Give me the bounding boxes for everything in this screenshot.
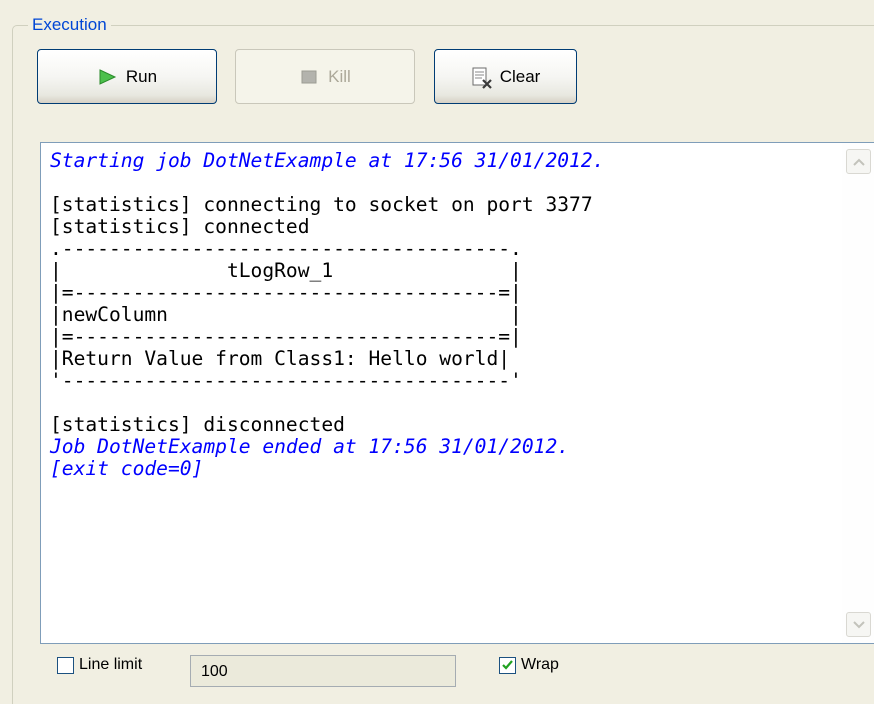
- clear-button[interactable]: Clear: [434, 49, 577, 104]
- console-output[interactable]: Starting job DotNetExample at 17:56 31/0…: [40, 142, 874, 644]
- chevron-down-icon: [852, 620, 865, 628]
- group-title: Execution: [28, 14, 111, 36]
- vertical-scrollbar[interactable]: [842, 143, 874, 643]
- clear-label: Clear: [499, 66, 541, 86]
- checkmark-icon: [502, 660, 513, 670]
- run-label: Run: [125, 66, 158, 86]
- scroll-down-button[interactable]: [846, 612, 871, 637]
- scroll-up-button[interactable]: [846, 149, 871, 174]
- line-limit-label: Line limit: [79, 656, 143, 673]
- console-line: Starting job DotNetExample at 17:56 31/0…: [50, 149, 605, 172]
- console-text: Starting job DotNetExample at 17:56 31/0…: [50, 150, 604, 480]
- console-line: [statistics] connecting to socket on por…: [50, 193, 593, 216]
- wrap-label: Wrap: [521, 656, 559, 673]
- console-line: |Return Value from Class1: Hello world|: [50, 347, 511, 370]
- line-limit-input[interactable]: 100: [190, 655, 456, 687]
- kill-icon: [299, 67, 319, 87]
- console-line: |=------------------------------------=|: [50, 325, 522, 348]
- chevron-up-icon: [852, 158, 865, 166]
- wrap-checkbox[interactable]: [499, 657, 516, 674]
- kill-label: Kill: [328, 66, 351, 86]
- console-line: Job DotNetExample ended at 17:56 31/01/2…: [50, 435, 570, 458]
- console-line: [exit code=0]: [50, 457, 204, 480]
- kill-button[interactable]: Kill: [235, 49, 415, 104]
- console-line: '--------------------------------------': [50, 369, 522, 392]
- console-line: [statistics] connected: [50, 215, 310, 238]
- run-icon: [97, 67, 117, 87]
- clear-icon: [471, 67, 492, 89]
- console-line: | tLogRow_1 |: [50, 259, 522, 282]
- console-line: .--------------------------------------.: [50, 237, 522, 260]
- console-line: |=------------------------------------=|: [50, 281, 522, 304]
- execution-panel: Execution Run Kill Clear Starting job Do…: [0, 0, 874, 704]
- line-limit-checkbox[interactable]: [57, 657, 74, 674]
- console-line: [statistics] disconnected: [50, 413, 345, 436]
- console-line: |newColumn |: [50, 303, 522, 326]
- run-button[interactable]: Run: [37, 49, 217, 104]
